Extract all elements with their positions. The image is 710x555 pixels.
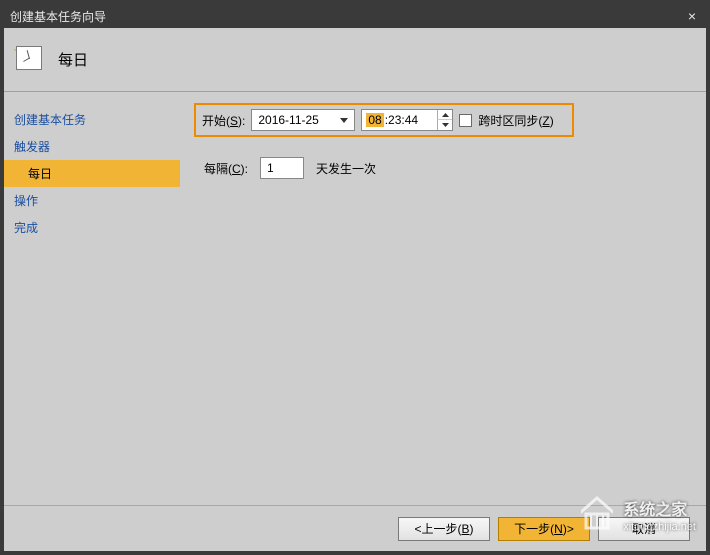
schedule-icon: ✦ <box>16 46 44 74</box>
interval-label: 每隔(C): <box>204 160 248 177</box>
wizard-body: 创建基本任务 触发器 每日 操作 完成 开始(S): 2016-11-25 <box>4 92 706 505</box>
time-hour-selected: 08 <box>366 113 383 127</box>
start-row: 开始(S): 2016-11-25 08:23:44 <box>194 108 692 136</box>
time-rest: :23:44 <box>384 113 419 127</box>
date-dropdown-icon[interactable] <box>336 111 352 129</box>
time-spinner-buttons <box>437 110 452 130</box>
sidebar-item-action[interactable]: 操作 <box>4 187 180 214</box>
spin-down-icon[interactable] <box>437 120 452 130</box>
sidebar-item-create-task[interactable]: 创建基本任务 <box>4 106 180 133</box>
wizard-inner: ✦ 每日 创建基本任务 触发器 每日 操作 完成 开 <box>4 28 706 551</box>
wizard-window: 创建基本任务向导 × ✦ 每日 创建基本任务 触发器 每日 操作 完成 <box>0 0 710 555</box>
start-label: 开始(S): <box>202 112 245 129</box>
close-icon[interactable]: × <box>684 8 700 24</box>
sync-timezone-checkbox[interactable] <box>459 114 472 127</box>
titlebar: 创建基本任务向导 × <box>4 4 706 28</box>
back-button[interactable]: <上一步(B) <box>398 517 490 541</box>
wizard-footer: <上一步(B) 下一步(N)> 取消 <box>4 505 706 551</box>
interval-suffix: 天发生一次 <box>316 160 376 177</box>
wizard-header: ✦ 每日 <box>4 28 706 92</box>
spin-up-icon[interactable] <box>437 110 452 120</box>
sidebar-item-daily[interactable]: 每日 <box>4 160 180 187</box>
interval-input[interactable]: 1 <box>260 157 304 179</box>
next-button[interactable]: 下一步(N)> <box>498 517 590 541</box>
interval-row: 每隔(C): 1 天发生一次 <box>194 154 692 182</box>
sidebar-item-finish[interactable]: 完成 <box>4 214 180 241</box>
page-title: 每日 <box>58 49 88 70</box>
start-date-picker[interactable]: 2016-11-25 <box>251 109 355 131</box>
start-date-value: 2016-11-25 <box>258 113 319 127</box>
highlight-box: 开始(S): 2016-11-25 08:23:44 <box>194 103 574 137</box>
sidebar-item-trigger[interactable]: 触发器 <box>4 133 180 160</box>
window-title: 创建基本任务向导 <box>10 8 106 25</box>
cancel-button[interactable]: 取消 <box>598 517 690 541</box>
interval-value: 1 <box>267 161 274 175</box>
wizard-sidebar: 创建基本任务 触发器 每日 操作 完成 <box>4 92 180 505</box>
start-time-spinner[interactable]: 08:23:44 <box>361 109 453 131</box>
sync-timezone-label: 跨时区同步(Z) <box>478 112 553 129</box>
wizard-content: 开始(S): 2016-11-25 08:23:44 <box>180 92 706 505</box>
